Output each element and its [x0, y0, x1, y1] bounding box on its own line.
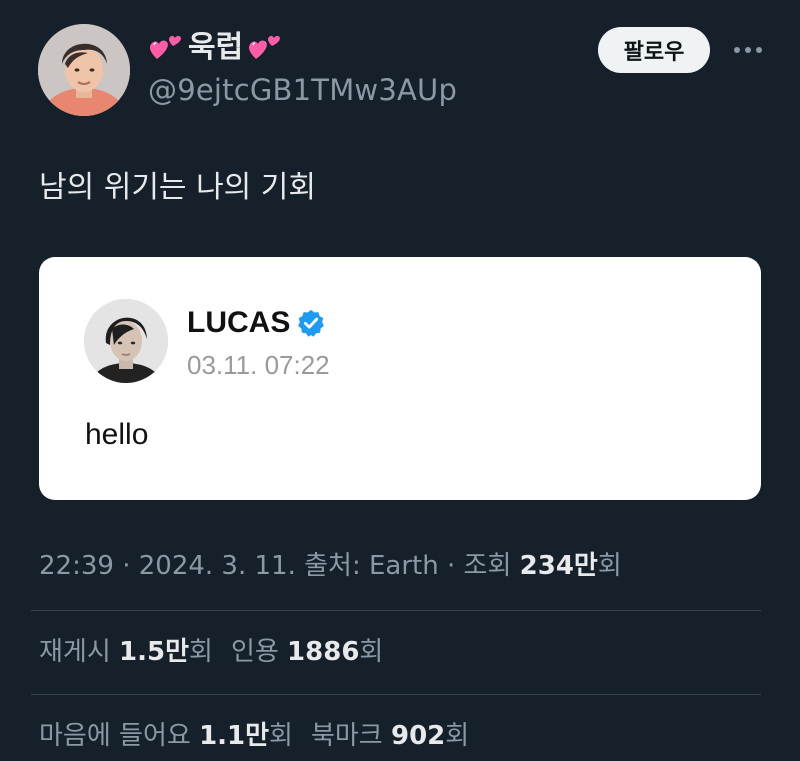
bookmarks-label: 북마크: [310, 721, 391, 751]
bookmarks-suffix: 회: [445, 721, 470, 751]
reposts-stat[interactable]: 재게시 1.5만회: [39, 637, 213, 667]
quotes-label: 인용: [230, 637, 288, 667]
quoted-post-card[interactable]: LUCAS 03.11. 07:22 hello: [39, 257, 761, 500]
quotes-suffix: 회: [359, 637, 384, 667]
engagement-stats-row: 재게시 1.5만회 인용 1886회: [39, 633, 401, 671]
likes-suffix: 회: [269, 721, 293, 751]
two-hearts-icon: [247, 33, 283, 63]
quoted-author-name: LUCAS: [187, 306, 291, 339]
more-dots-icon: [756, 47, 762, 53]
meta-separator: ·: [438, 551, 464, 581]
engagement-stats-row: 마음에 들어요 1.1만회 북마크 902회: [39, 717, 487, 755]
verified-badge-icon: [296, 308, 326, 338]
more-dots-icon: [734, 47, 740, 53]
post-time[interactable]: 22:39: [39, 551, 114, 581]
quoted-author-name-row[interactable]: LUCAS: [187, 305, 326, 341]
quoted-author-avatar[interactable]: [84, 299, 168, 383]
views-count: 234만: [519, 551, 598, 581]
quoted-avatar-image: [84, 299, 168, 383]
more-options-button[interactable]: [728, 30, 768, 70]
meta-separator: ·: [113, 551, 139, 581]
views-suffix: 회: [597, 551, 622, 581]
quotes-count: 1886: [287, 637, 360, 667]
author-avatar[interactable]: [38, 24, 130, 116]
quoted-post-time: 03.11. 07:22: [187, 350, 330, 380]
source-name[interactable]: Earth: [369, 551, 439, 581]
bookmarks-count: 902: [391, 721, 446, 751]
follow-button[interactable]: 팔로우: [598, 27, 710, 73]
divider: [31, 694, 761, 695]
likes-count: 1.1만: [199, 721, 270, 751]
more-dots-icon: [745, 47, 751, 53]
tweet-text: 남의 위기는 나의 기회: [39, 170, 317, 205]
likes-label: 마음에 들어요: [39, 721, 200, 751]
tweet-detail-page: 욱럽 @9ejtcGB1TMw3AUp 팔로우 남의 위기는 나의 기회 LUC…: [0, 0, 800, 761]
quoted-post-text: hello: [85, 418, 149, 451]
author-display-name: 욱럽: [188, 30, 244, 65]
divider: [31, 610, 761, 611]
source-label: 출처:: [295, 551, 369, 581]
reposts-suffix: 회: [189, 637, 213, 667]
author-avatar-image: [38, 24, 130, 116]
author-name-row[interactable]: 욱럽: [148, 30, 283, 66]
author-handle[interactable]: @9ejtcGB1TMw3AUp: [148, 72, 457, 108]
reposts-label: 재게시: [39, 637, 120, 667]
quotes-stat[interactable]: 인용 1886회: [231, 637, 383, 667]
two-hearts-icon: [148, 33, 184, 63]
reposts-count: 1.5만: [119, 637, 190, 667]
post-date[interactable]: 2024. 3. 11.: [139, 551, 296, 581]
views-label: 조회: [463, 551, 520, 581]
likes-stat[interactable]: 마음에 들어요 1.1만회: [39, 721, 293, 751]
tweet-meta: 22:39 · 2024. 3. 11. 출처: Earth · 조회 234만…: [39, 547, 622, 585]
bookmarks-stat[interactable]: 북마크 902회: [311, 721, 469, 751]
